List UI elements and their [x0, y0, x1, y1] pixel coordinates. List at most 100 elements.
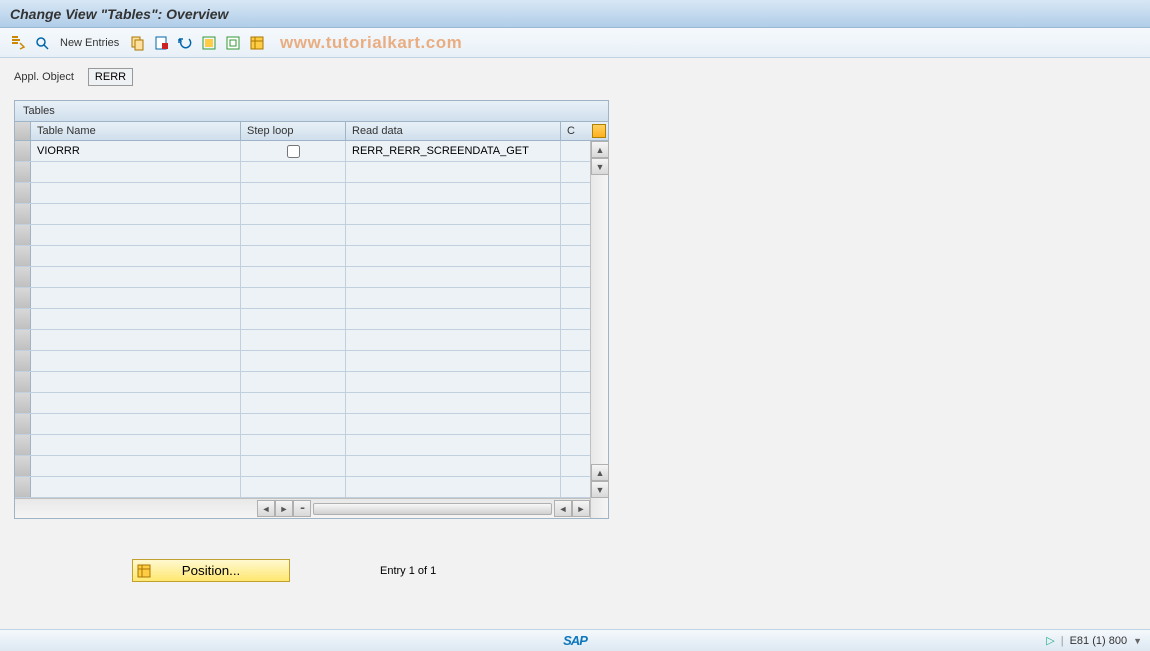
cell-read-data[interactable] [346, 393, 561, 413]
copy-icon[interactable] [127, 33, 147, 53]
cell-table-name[interactable] [31, 162, 241, 182]
position-button[interactable]: Position... [132, 559, 290, 582]
cell-step-loop[interactable] [241, 183, 346, 203]
table-settings-icon[interactable] [247, 33, 267, 53]
cell-step-loop[interactable] [241, 351, 346, 371]
delete-icon[interactable] [151, 33, 171, 53]
cell-step-loop[interactable] [241, 204, 346, 224]
cell-read-data[interactable] [346, 162, 561, 182]
cell-step-loop[interactable] [241, 225, 346, 245]
new-entries-button[interactable]: New Entries [60, 37, 119, 49]
col-header-c[interactable]: C [561, 122, 608, 140]
scroll-up-end-icon[interactable]: ▲ [591, 464, 609, 481]
row-selector[interactable] [15, 351, 31, 371]
scroll-right-icon[interactable]: ► [275, 500, 293, 517]
table-body: VIORRR RERR_RERR_SCREENDATA_GET ◄ ► ▪▪▪ ◄… [15, 141, 608, 518]
row-selector[interactable] [15, 267, 31, 287]
hscroll-track[interactable] [313, 503, 552, 515]
row-selector[interactable] [15, 246, 31, 266]
cell-read-data[interactable] [346, 330, 561, 350]
cell-read-data[interactable] [346, 435, 561, 455]
cell-read-data[interactable] [346, 246, 561, 266]
toggle-display-icon[interactable] [8, 33, 28, 53]
cell-table-name[interactable] [31, 351, 241, 371]
cell-read-data[interactable] [346, 288, 561, 308]
undo-icon[interactable] [175, 33, 195, 53]
row-selector[interactable] [15, 393, 31, 413]
cell-table-name[interactable] [31, 414, 241, 434]
cell-read-data[interactable]: RERR_RERR_SCREENDATA_GET [346, 141, 561, 161]
cell-table-name[interactable] [31, 225, 241, 245]
scroll-right-end-icon[interactable]: ► [572, 500, 590, 517]
cell-step-loop[interactable] [241, 141, 346, 161]
cell-table-name[interactable] [31, 309, 241, 329]
row-selector[interactable] [15, 141, 31, 161]
row-selector[interactable] [15, 204, 31, 224]
cell-table-name[interactable] [31, 204, 241, 224]
row-selector[interactable] [15, 288, 31, 308]
cell-step-loop[interactable] [241, 456, 346, 476]
step-loop-checkbox[interactable] [287, 145, 300, 158]
col-header-name[interactable]: Table Name [31, 122, 241, 140]
scroll-down-icon[interactable]: ▼ [591, 158, 609, 175]
row-selector[interactable] [15, 162, 31, 182]
row-selector[interactable] [15, 225, 31, 245]
cell-read-data[interactable] [346, 477, 561, 497]
cell-step-loop[interactable] [241, 288, 346, 308]
cell-step-loop[interactable] [241, 267, 346, 287]
row-selector[interactable] [15, 435, 31, 455]
cell-table-name[interactable] [31, 456, 241, 476]
scroll-column-picker-icon[interactable]: ▪▪▪ [293, 500, 311, 517]
cell-read-data[interactable] [346, 225, 561, 245]
sap-logo: SAP [563, 633, 587, 648]
vertical-scrollbar[interactable]: ▲ ▼ ▲ ▼ [590, 141, 608, 518]
row-selector[interactable] [15, 330, 31, 350]
cell-table-name[interactable] [31, 393, 241, 413]
row-selector[interactable] [15, 456, 31, 476]
scroll-down-end-icon[interactable]: ▼ [591, 481, 609, 498]
cell-table-name[interactable] [31, 477, 241, 497]
cell-table-name[interactable] [31, 288, 241, 308]
cell-table-name[interactable] [31, 267, 241, 287]
cell-read-data[interactable] [346, 183, 561, 203]
cell-step-loop[interactable] [241, 309, 346, 329]
configure-columns-icon[interactable] [592, 124, 606, 138]
deselect-all-icon[interactable] [223, 33, 243, 53]
cell-table-name[interactable] [31, 330, 241, 350]
cell-read-data[interactable] [346, 414, 561, 434]
cell-table-name[interactable] [31, 372, 241, 392]
row-selector[interactable] [15, 477, 31, 497]
cell-read-data[interactable] [346, 204, 561, 224]
cell-step-loop[interactable] [241, 246, 346, 266]
cell-read-data[interactable] [346, 267, 561, 287]
status-dropdown-icon[interactable]: ▼ [1133, 636, 1142, 646]
cell-read-data[interactable] [346, 351, 561, 371]
scroll-left-icon[interactable]: ◄ [257, 500, 275, 517]
row-selector[interactable] [15, 414, 31, 434]
cell-table-name[interactable]: VIORRR [31, 141, 241, 161]
find-icon[interactable] [32, 33, 52, 53]
cell-step-loop[interactable] [241, 414, 346, 434]
cell-step-loop[interactable] [241, 435, 346, 455]
cell-step-loop[interactable] [241, 330, 346, 350]
cell-step-loop[interactable] [241, 372, 346, 392]
row-selector[interactable] [15, 372, 31, 392]
cell-step-loop[interactable] [241, 393, 346, 413]
cell-read-data[interactable] [346, 372, 561, 392]
cell-step-loop[interactable] [241, 162, 346, 182]
status-session-icon[interactable]: ▷ [1046, 634, 1054, 647]
scroll-left-end-icon[interactable]: ◄ [554, 500, 572, 517]
col-header-step[interactable]: Step loop [241, 122, 346, 140]
select-all-icon[interactable] [199, 33, 219, 53]
cell-table-name[interactable] [31, 183, 241, 203]
scroll-up-icon[interactable]: ▲ [591, 141, 609, 158]
cell-step-loop[interactable] [241, 477, 346, 497]
row-selector[interactable] [15, 309, 31, 329]
row-selector-header[interactable] [15, 122, 31, 140]
row-selector[interactable] [15, 183, 31, 203]
col-header-read[interactable]: Read data [346, 122, 561, 140]
cell-table-name[interactable] [31, 435, 241, 455]
cell-read-data[interactable] [346, 309, 561, 329]
cell-table-name[interactable] [31, 246, 241, 266]
cell-read-data[interactable] [346, 456, 561, 476]
